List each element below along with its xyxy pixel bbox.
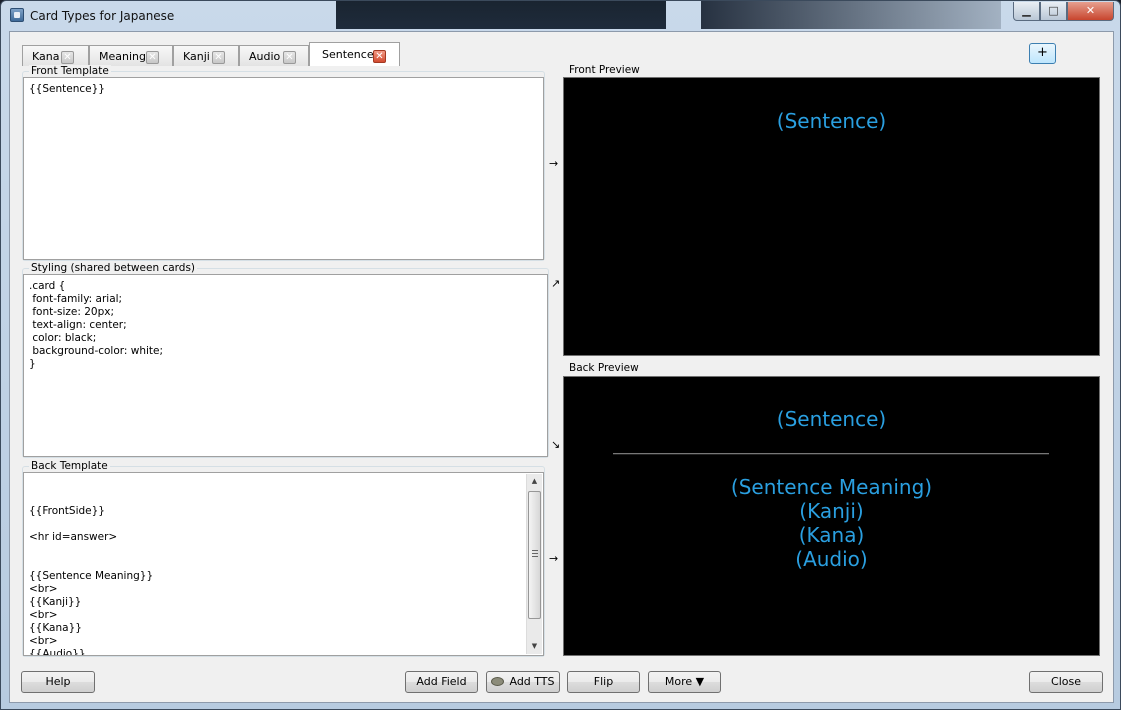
styling-down-arrow-icon: ↘ xyxy=(551,438,561,451)
tab-label: Audio xyxy=(249,50,281,63)
answer-divider xyxy=(613,453,1049,455)
back-preview-webview: (Sentence) (Sentence Meaning) (Kanji) (K… xyxy=(563,376,1100,656)
add-tts-button[interactable]: Add TTS xyxy=(486,671,560,693)
scroll-up-icon[interactable]: ▲ xyxy=(527,474,542,489)
window-close-button[interactable]: ✕ xyxy=(1067,2,1114,21)
flip-button[interactable]: Flip xyxy=(567,671,640,693)
tab-audio[interactable]: Audio ✕ xyxy=(239,45,309,66)
window-title: Card Types for Japanese xyxy=(30,9,175,23)
front-template-editor[interactable]: {{Sentence}} xyxy=(23,77,544,260)
back-template-editor[interactable]: {{FrontSide}} <hr id=answer> {{Sentence … xyxy=(23,472,544,656)
scroll-thumb[interactable] xyxy=(528,491,541,619)
add-field-button[interactable]: Add Field xyxy=(405,671,478,693)
tab-label: Meaning xyxy=(99,50,146,63)
tab-close-icon[interactable]: ✕ xyxy=(146,51,159,64)
back-preview-answer-line: (Kana) xyxy=(798,523,865,547)
tab-close-icon[interactable]: ✕ xyxy=(283,51,296,64)
grip-icon xyxy=(532,550,538,557)
styling-editor[interactable]: .card { font-family: arial; font-size: 2… xyxy=(23,274,548,457)
styling-up-arrow-icon: ↗ xyxy=(551,277,561,290)
minimize-button[interactable]: ▁ xyxy=(1013,2,1040,21)
tab-label: Kanji xyxy=(183,50,210,63)
back-preview-answer-line: (Kanji) xyxy=(799,499,864,523)
tab-kanji[interactable]: Kanji ✕ xyxy=(173,45,239,66)
front-preview-label: Front Preview xyxy=(567,64,642,76)
add-tts-label: Add TTS xyxy=(509,675,555,688)
back-template-scrollbar[interactable]: ▲ ▼ xyxy=(526,474,542,654)
tab-close-icon[interactable]: ✕ xyxy=(373,50,386,63)
tab-close-icon[interactable]: ✕ xyxy=(212,51,225,64)
tab-sentence[interactable]: Sentence ✕ xyxy=(309,42,400,67)
dialog-client-area: Kana ✕ Meaning ✕ Kanji ✕ Audio ✕ Sentenc… xyxy=(9,31,1114,703)
title-bar-background xyxy=(336,1,666,29)
title-bar[interactable]: Card Types for Japanese ▁ □ ✕ xyxy=(1,1,1120,31)
more-button[interactable]: More ▼ xyxy=(648,671,721,693)
help-button[interactable]: Help xyxy=(21,671,95,693)
back-preview-answer-line: (Sentence Meaning) xyxy=(730,475,933,499)
front-template-label: Front Template xyxy=(29,65,111,77)
back-template-label: Back Template xyxy=(29,460,110,472)
back-template-text: {{FrontSide}} <hr id=answer> {{Sentence … xyxy=(29,505,154,656)
add-card-type-button[interactable]: + xyxy=(1029,43,1056,64)
tab-content: Front Template {{Sentence}} Styling (sha… xyxy=(22,64,1103,659)
back-preview-label: Back Preview xyxy=(567,362,641,374)
front-preview-webview: (Sentence) xyxy=(563,77,1100,356)
styling-label: Styling (shared between cards) xyxy=(29,262,198,274)
front-arrow-icon: → xyxy=(549,157,559,170)
back-preview-answer-line: (Audio) xyxy=(795,547,868,571)
tab-meaning[interactable]: Meaning ✕ xyxy=(89,45,173,66)
tab-kana[interactable]: Kana ✕ xyxy=(22,45,89,66)
close-button[interactable]: Close xyxy=(1029,671,1103,693)
back-arrow-icon: → xyxy=(549,552,559,565)
tab-close-icon[interactable]: ✕ xyxy=(61,51,74,64)
tab-label: Kana xyxy=(32,50,60,63)
title-bar-glass xyxy=(701,1,1001,29)
anki-app-icon xyxy=(10,8,24,22)
scroll-down-icon[interactable]: ▼ xyxy=(527,639,542,654)
maximize-button[interactable]: □ xyxy=(1040,2,1067,21)
tab-label: Sentence xyxy=(322,48,374,61)
card-types-window: Card Types for Japanese ▁ □ ✕ Kana ✕ Mea… xyxy=(0,0,1121,710)
back-preview-question: (Sentence) xyxy=(776,407,887,431)
front-preview-sentence: (Sentence) xyxy=(776,109,887,133)
speaker-icon xyxy=(491,677,505,686)
